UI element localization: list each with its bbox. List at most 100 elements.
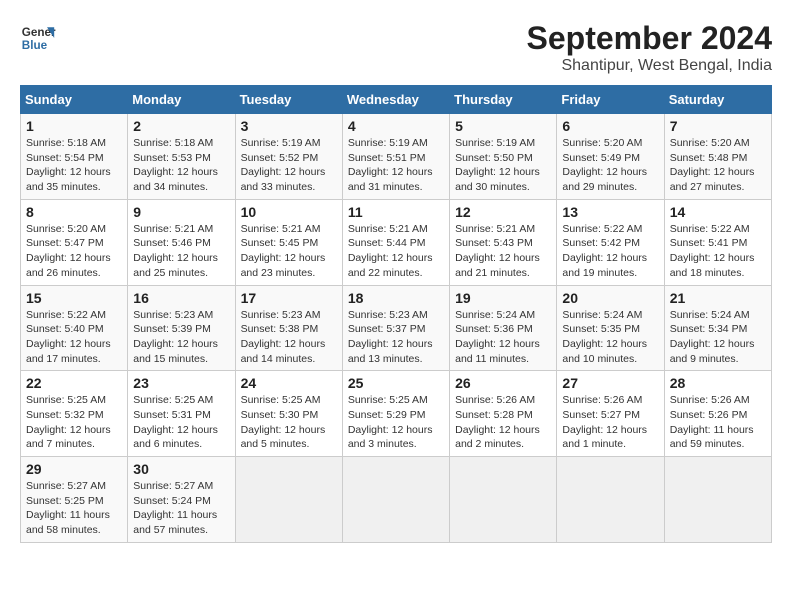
day-info: Sunrise: 5:19 AM Sunset: 5:50 PM Dayligh… [455,136,551,195]
day-number: 23 [133,375,229,391]
day-number: 5 [455,118,551,134]
day-number: 10 [241,204,337,220]
calendar-cell: 22 Sunrise: 5:25 AM Sunset: 5:32 PM Dayli… [21,371,128,457]
calendar-cell: 12 Sunrise: 5:21 AM Sunset: 5:43 PM Dayli… [450,199,557,285]
calendar-cell: 7Sunrise: 5:20 AM Sunset: 5:48 PM Daylig… [664,114,771,200]
calendar-cell: 27Sunrise: 5:26 AM Sunset: 5:27 PM Dayli… [557,371,664,457]
calendar-cell: 29 Sunrise: 5:27 AM Sunset: 5:25 PM Dayli… [21,457,128,543]
day-info: Sunrise: 5:21 AM Sunset: 5:45 PM Dayligh… [241,222,337,281]
weekday-header: Wednesday [342,86,449,114]
day-info: Sunrise: 5:20 AM Sunset: 5:47 PM Dayligh… [26,222,122,281]
weekday-header: Tuesday [235,86,342,114]
day-info: Sunrise: 5:26 AM Sunset: 5:27 PM Dayligh… [562,393,658,452]
calendar-table: SundayMondayTuesdayWednesdayThursdayFrid… [20,85,772,543]
calendar-cell: 26Sunrise: 5:26 AM Sunset: 5:28 PM Dayli… [450,371,557,457]
day-number: 24 [241,375,337,391]
calendar-cell [342,457,449,543]
calendar-cell [235,457,342,543]
logo: General Blue [20,20,56,56]
day-info: Sunrise: 5:22 AM Sunset: 5:42 PM Dayligh… [562,222,658,281]
day-number: 9 [133,204,229,220]
day-number: 28 [670,375,766,391]
day-info: Sunrise: 5:24 AM Sunset: 5:35 PM Dayligh… [562,308,658,367]
day-number: 7 [670,118,766,134]
day-info: Sunrise: 5:23 AM Sunset: 5:37 PM Dayligh… [348,308,444,367]
day-number: 8 [26,204,122,220]
day-number: 22 [26,375,122,391]
calendar-week-row: 1 Sunrise: 5:18 AM Sunset: 5:54 PM Daylig… [21,114,772,200]
calendar-cell: 17 Sunrise: 5:23 AM Sunset: 5:38 PM Dayli… [235,285,342,371]
title-area: September 2024 Shantipur, West Bengal, I… [527,20,772,75]
day-number: 14 [670,204,766,220]
day-number: 2 [133,118,229,134]
day-info: Sunrise: 5:21 AM Sunset: 5:46 PM Dayligh… [133,222,229,281]
day-number: 1 [26,118,122,134]
weekday-header: Friday [557,86,664,114]
day-number: 15 [26,290,122,306]
calendar-cell: 3 Sunrise: 5:19 AM Sunset: 5:52 PM Daylig… [235,114,342,200]
calendar-cell [450,457,557,543]
day-info: Sunrise: 5:22 AM Sunset: 5:41 PM Dayligh… [670,222,766,281]
location-title: Shantipur, West Bengal, India [527,57,772,75]
calendar-week-row: 22 Sunrise: 5:25 AM Sunset: 5:32 PM Dayli… [21,371,772,457]
day-number: 6 [562,118,658,134]
day-number: 12 [455,204,551,220]
calendar-cell: 6 Sunrise: 5:20 AM Sunset: 5:49 PM Daylig… [557,114,664,200]
day-number: 17 [241,290,337,306]
day-info: Sunrise: 5:18 AM Sunset: 5:53 PM Dayligh… [133,136,229,195]
day-number: 11 [348,204,444,220]
calendar-cell: 14 Sunrise: 5:22 AM Sunset: 5:41 PM Dayli… [664,199,771,285]
logo-icon: General Blue [20,20,56,56]
day-info: Sunrise: 5:18 AM Sunset: 5:54 PM Dayligh… [26,136,122,195]
day-info: Sunrise: 5:25 AM Sunset: 5:32 PM Dayligh… [26,393,122,452]
day-info: Sunrise: 5:23 AM Sunset: 5:39 PM Dayligh… [133,308,229,367]
svg-text:Blue: Blue [22,39,48,52]
day-number: 25 [348,375,444,391]
month-title: September 2024 [527,20,772,57]
calendar-cell: 1 Sunrise: 5:18 AM Sunset: 5:54 PM Daylig… [21,114,128,200]
day-number: 13 [562,204,658,220]
calendar-cell: 19 Sunrise: 5:24 AM Sunset: 5:36 PM Dayli… [450,285,557,371]
day-info: Sunrise: 5:22 AM Sunset: 5:40 PM Dayligh… [26,308,122,367]
day-info: Sunrise: 5:27 AM Sunset: 5:25 PM Dayligh… [26,479,122,538]
day-info: Sunrise: 5:21 AM Sunset: 5:43 PM Dayligh… [455,222,551,281]
calendar-cell: 24Sunrise: 5:25 AM Sunset: 5:30 PM Dayli… [235,371,342,457]
calendar-cell: 2 Sunrise: 5:18 AM Sunset: 5:53 PM Daylig… [128,114,235,200]
calendar-cell: 18 Sunrise: 5:23 AM Sunset: 5:37 PM Dayli… [342,285,449,371]
day-info: Sunrise: 5:19 AM Sunset: 5:52 PM Dayligh… [241,136,337,195]
day-info: Sunrise: 5:24 AM Sunset: 5:34 PM Dayligh… [670,308,766,367]
calendar-cell: 30Sunrise: 5:27 AM Sunset: 5:24 PM Dayli… [128,457,235,543]
calendar-week-row: 8 Sunrise: 5:20 AM Sunset: 5:47 PM Daylig… [21,199,772,285]
day-info: Sunrise: 5:24 AM Sunset: 5:36 PM Dayligh… [455,308,551,367]
weekday-header: Monday [128,86,235,114]
calendar-cell: 23 Sunrise: 5:25 AM Sunset: 5:31 PM Dayli… [128,371,235,457]
day-number: 3 [241,118,337,134]
day-number: 16 [133,290,229,306]
calendar-cell: 15 Sunrise: 5:22 AM Sunset: 5:40 PM Dayli… [21,285,128,371]
calendar-cell: 13 Sunrise: 5:22 AM Sunset: 5:42 PM Dayli… [557,199,664,285]
calendar-cell [664,457,771,543]
day-info: Sunrise: 5:21 AM Sunset: 5:44 PM Dayligh… [348,222,444,281]
day-number: 20 [562,290,658,306]
calendar-cell: 25 Sunrise: 5:25 AM Sunset: 5:29 PM Dayli… [342,371,449,457]
day-number: 19 [455,290,551,306]
day-info: Sunrise: 5:25 AM Sunset: 5:31 PM Dayligh… [133,393,229,452]
day-info: Sunrise: 5:27 AM Sunset: 5:24 PM Dayligh… [133,479,229,538]
day-info: Sunrise: 5:19 AM Sunset: 5:51 PM Dayligh… [348,136,444,195]
day-info: Sunrise: 5:25 AM Sunset: 5:29 PM Dayligh… [348,393,444,452]
calendar-cell [557,457,664,543]
day-number: 29 [26,461,122,477]
day-number: 26 [455,375,551,391]
day-info: Sunrise: 5:23 AM Sunset: 5:38 PM Dayligh… [241,308,337,367]
calendar-cell: 21Sunrise: 5:24 AM Sunset: 5:34 PM Dayli… [664,285,771,371]
day-info: Sunrise: 5:20 AM Sunset: 5:49 PM Dayligh… [562,136,658,195]
weekday-header: Saturday [664,86,771,114]
calendar-cell: 28Sunrise: 5:26 AM Sunset: 5:26 PM Dayli… [664,371,771,457]
weekday-header: Thursday [450,86,557,114]
day-number: 18 [348,290,444,306]
calendar-cell: 5 Sunrise: 5:19 AM Sunset: 5:50 PM Daylig… [450,114,557,200]
calendar-cell: 10 Sunrise: 5:21 AM Sunset: 5:45 PM Dayli… [235,199,342,285]
page-header: General Blue September 2024 Shantipur, W… [20,20,772,75]
calendar-week-row: 15 Sunrise: 5:22 AM Sunset: 5:40 PM Dayli… [21,285,772,371]
calendar-cell: 8 Sunrise: 5:20 AM Sunset: 5:47 PM Daylig… [21,199,128,285]
